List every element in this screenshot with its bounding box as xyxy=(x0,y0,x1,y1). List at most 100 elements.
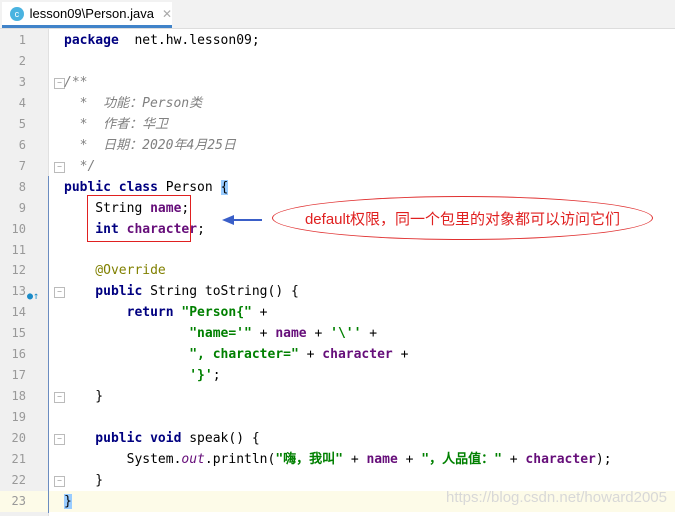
code-line[interactable]: 14 return "Person{" + xyxy=(0,302,675,323)
line-number: 22 xyxy=(11,472,26,487)
line-number: 16 xyxy=(11,347,26,362)
line-number: 19 xyxy=(11,410,26,425)
line-number: 23 xyxy=(11,493,26,508)
code-token: name xyxy=(275,326,307,342)
code-token: */ xyxy=(64,158,96,174)
code-text: '}'; xyxy=(64,365,221,386)
code-text: * 日期：2020年4月25日 xyxy=(64,135,236,156)
code-token: System. xyxy=(64,452,182,467)
arrow-icon xyxy=(222,215,262,225)
code-token: Person xyxy=(157,179,221,195)
code-token: + xyxy=(306,326,331,342)
code-token: } xyxy=(64,493,72,509)
line-number: 3 xyxy=(18,74,26,89)
code-text: public void speak() { xyxy=(64,428,260,449)
code-line[interactable]: 6 * 日期：2020年4月25日 xyxy=(0,135,675,156)
code-token: net.hw.lesson09; xyxy=(118,33,260,48)
code-line[interactable]: 17 '}'; xyxy=(0,365,675,386)
highlight-box xyxy=(87,195,191,242)
code-line[interactable]: 12 @Override xyxy=(0,260,675,281)
code-token: character xyxy=(322,347,393,363)
line-number: 12 xyxy=(11,263,26,278)
code-token: speak() { xyxy=(181,431,260,447)
code-token: '\'' xyxy=(330,326,362,342)
code-line[interactable]: 15 "name='" + name + '\'' + xyxy=(0,323,675,344)
line-number: 7 xyxy=(18,158,26,173)
line-number: 9 xyxy=(18,200,26,215)
code-token: /** xyxy=(64,74,88,90)
code-token: "，人品值：" xyxy=(421,452,502,467)
code-token: package xyxy=(64,33,119,48)
code-line[interactable]: 13− ●↑ public String toString() { xyxy=(0,281,675,302)
code-line[interactable]: 21 System.out.println("嗨，我叫" + name + "，… xyxy=(0,449,675,470)
tab-person-java[interactable]: c lesson09\Person.java ✕ xyxy=(2,2,172,28)
annotation-callout: default权限，同一个包里的对象都可以访问它们 xyxy=(272,196,653,240)
code-token: * 日期：2020年4月25日 xyxy=(64,137,236,153)
code-text: * 作者：华卫 xyxy=(64,114,169,135)
code-text: * 功能：Person类 xyxy=(64,93,202,114)
code-token: public class xyxy=(64,179,158,195)
line-number: 4 xyxy=(18,95,26,110)
code-line[interactable]: 18− } xyxy=(0,386,675,407)
code-text: public String toString() { xyxy=(64,281,299,302)
code-line[interactable]: 4 * 功能：Person类 xyxy=(0,93,675,114)
line-number: 14 xyxy=(11,305,26,320)
code-token: } xyxy=(64,472,104,488)
line-number: 8 xyxy=(18,179,26,194)
code-text: package net.hw.lesson09; xyxy=(64,30,260,51)
code-text: /** xyxy=(64,72,87,93)
line-number: 20 xyxy=(11,431,26,446)
code-text: */ xyxy=(64,156,96,177)
code-text: @Override xyxy=(64,260,165,281)
code-token: } xyxy=(64,389,104,405)
code-token: out xyxy=(181,452,205,467)
code-token: .println( xyxy=(204,452,276,467)
code-line[interactable]: 19 xyxy=(0,407,675,428)
code-line[interactable]: 20− public void speak() { xyxy=(0,428,675,449)
line-number: 13 xyxy=(11,284,26,299)
code-text: System.out.println("嗨，我叫" + name + "，人品值… xyxy=(64,449,612,470)
code-line[interactable]: 3−/** xyxy=(0,72,675,93)
code-token: * 功能：Person类 xyxy=(64,95,203,111)
code-token: ); xyxy=(595,452,612,467)
code-line[interactable]: 11 xyxy=(0,240,675,261)
code-text: ", character=" + character + xyxy=(64,344,408,365)
line-number: 5 xyxy=(18,116,26,131)
code-text: } xyxy=(64,470,103,491)
tab-bar: c lesson09\Person.java ✕ xyxy=(0,0,675,29)
code-line[interactable]: 5 * 作者：华卫 xyxy=(0,114,675,135)
line-number: 18 xyxy=(11,389,26,404)
line-number: 15 xyxy=(11,326,26,341)
code-line[interactable]: 7− */ xyxy=(0,156,675,177)
code-token: "嗨，我叫" xyxy=(275,452,343,467)
watermark: https://blog.csdn.net/howard2005 xyxy=(446,489,667,506)
code-token: { xyxy=(220,179,229,195)
code-token: public void xyxy=(64,431,182,447)
code-token: + xyxy=(501,452,526,467)
code-token: return xyxy=(64,305,174,321)
line-number: 17 xyxy=(11,368,26,383)
close-icon[interactable]: ✕ xyxy=(162,7,172,21)
code-token: ; xyxy=(197,221,205,237)
code-line[interactable]: 2 xyxy=(0,51,675,72)
code-line[interactable]: 16 ", character=" + character + xyxy=(0,344,675,365)
code-token: + xyxy=(251,305,268,321)
code-token: + xyxy=(298,347,323,363)
code-token: * 作者：华卫 xyxy=(64,116,169,132)
code-token: name xyxy=(366,452,398,467)
code-token: + xyxy=(343,452,367,467)
tab-title: lesson09\Person.java xyxy=(29,6,154,21)
code-token: ", character=" xyxy=(64,347,299,363)
code-text: } xyxy=(64,386,103,407)
code-line[interactable]: 1 package net.hw.lesson09; xyxy=(0,30,675,51)
code-token: character xyxy=(525,452,596,467)
code-token: "name='" xyxy=(64,326,252,342)
code-text: "name='" + name + '\'' + xyxy=(64,323,377,344)
line-number: 1 xyxy=(18,33,26,47)
code-line[interactable]: 22− } xyxy=(0,470,675,491)
code-token: + xyxy=(392,347,409,363)
code-token: String toString() { xyxy=(142,284,299,300)
code-token: public xyxy=(64,284,143,300)
code-token: ; xyxy=(212,368,221,384)
line-number: 2 xyxy=(18,53,26,68)
